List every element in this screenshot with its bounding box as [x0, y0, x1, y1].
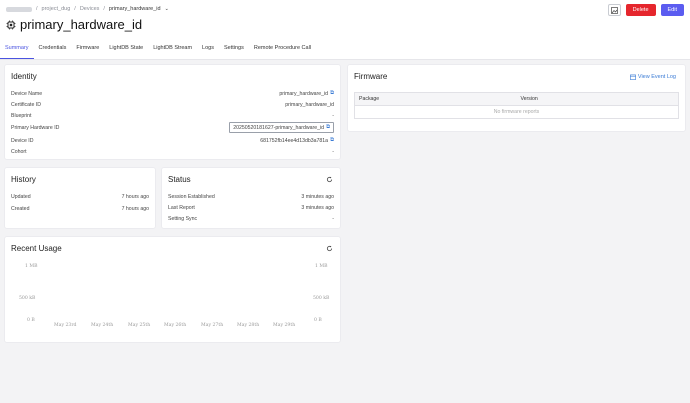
row-label: Setting Sync — [168, 215, 198, 222]
empty-state: No firmware reports — [355, 105, 678, 118]
history-card: History Updated 7 hours ago Created 7 ho… — [4, 167, 156, 229]
row-label: Certificate ID — [11, 101, 41, 108]
row-value: primary_hardware_id — [279, 90, 329, 97]
identity-row-cohort: Cohort - — [11, 147, 334, 156]
history-row-created: Created 7 hours ago — [11, 204, 149, 213]
tab-bar: Summary Credentials Firmware LightDB Sta… — [0, 42, 316, 59]
tab-summary[interactable]: Summary — [0, 42, 34, 59]
row-label: Primary Hardware ID — [11, 124, 60, 131]
status-title: Status — [168, 175, 191, 184]
status-card: Status Session Established 3 minutes ago… — [161, 167, 341, 229]
row-label: Device ID — [11, 137, 34, 144]
title-row: primary_hardware_id — [6, 17, 142, 32]
y-tick-left: 1 MB — [25, 264, 38, 269]
breadcrumb-separator: / — [36, 6, 38, 12]
status-row-last-report: Last Report 3 minutes ago — [168, 203, 334, 212]
y-tick-right: 500 kB — [313, 296, 330, 301]
tab-settings[interactable]: Settings — [219, 42, 249, 59]
history-row-updated: Updated 7 hours ago — [11, 192, 149, 201]
row-label: Created — [11, 205, 30, 212]
refresh-icon[interactable] — [326, 245, 333, 252]
status-row-setting-sync: Setting Sync - — [168, 214, 334, 223]
breadcrumb: / project_dug / Devices / primary_hardwa… — [6, 6, 169, 12]
row-value: 681752fb14ee4d13db3a781a — [260, 137, 329, 144]
tab-credentials[interactable]: Credentials — [34, 42, 72, 59]
firmware-card: Firmware View Event Log Package Version … — [347, 64, 686, 132]
tab-lightdb-state[interactable]: LightDB State — [104, 42, 148, 59]
row-value: primary_hardware_id — [285, 101, 334, 108]
row-label: Updated — [11, 193, 31, 200]
tab-firmware[interactable]: Firmware — [71, 42, 104, 59]
column-header-package: Package — [359, 96, 380, 102]
header-actions: Delete Edit — [607, 4, 684, 16]
page-title: primary_hardware_id — [20, 17, 143, 32]
device-menu-button[interactable] — [607, 4, 621, 16]
history-title: History — [11, 175, 36, 184]
row-value[interactable]: 20250520181627-primary_hardware_id — [233, 125, 324, 131]
identity-card: Identity Device Name primary_hardware_id… — [4, 64, 341, 160]
tab-lightdb-stream[interactable]: LightDB Stream — [148, 42, 197, 59]
breadcrumb-separator: / — [103, 6, 105, 12]
breadcrumb-project[interactable]: project_dug — [42, 6, 71, 12]
breadcrumb-separator: / — [74, 6, 76, 12]
breadcrumb-org[interactable] — [6, 6, 32, 12]
x-tick: May 23rd — [54, 323, 77, 328]
view-event-log-link[interactable]: View Event Log — [629, 74, 676, 80]
identity-row-blueprint: Blueprint - — [11, 111, 334, 120]
page-header: / project_dug / Devices / primary_hardwa… — [0, 0, 690, 60]
image-icon — [610, 6, 618, 14]
table-header: Package Version — [355, 93, 678, 105]
y-tick-left: 0 B — [27, 318, 35, 323]
chip-icon — [6, 20, 16, 29]
delete-button[interactable]: Delete — [625, 4, 656, 16]
row-label: Session Established — [168, 193, 215, 200]
firmware-table: Package Version No firmware reports — [354, 92, 679, 119]
row-value: 3 minutes ago — [301, 193, 334, 200]
row-value: 7 hours ago — [121, 193, 149, 200]
row-value: 3 minutes ago — [301, 204, 334, 211]
identity-title: Identity — [11, 72, 37, 81]
identity-row-device-name: Device Name primary_hardware_id ⧉ — [11, 89, 334, 98]
calendar-icon — [629, 74, 636, 80]
column-header-version: Version — [520, 96, 538, 102]
row-label: Blueprint — [11, 112, 32, 119]
tab-remote-procedure-call[interactable]: Remote Procedure Call — [249, 42, 316, 59]
row-label: Last Report — [168, 204, 195, 211]
x-tick: May 28th — [237, 323, 260, 328]
row-value: 7 hours ago — [121, 205, 149, 212]
row-label: Cohort — [11, 148, 27, 155]
chevron-down-icon[interactable]: ⌄ — [165, 6, 169, 12]
recent-usage-card: Recent Usage 1 MB 500 kB 0 B 1 MB 500 kB… — [4, 236, 341, 343]
x-tick: May 27th — [201, 323, 224, 328]
y-tick-left: 500 kB — [19, 296, 36, 301]
x-tick: May 24th — [91, 323, 114, 328]
edit-button[interactable]: Edit — [660, 4, 684, 16]
status-row-session-established: Session Established 3 minutes ago — [168, 192, 334, 201]
copy-icon[interactable]: ⧉ — [326, 124, 330, 131]
tab-logs[interactable]: Logs — [197, 42, 219, 59]
identity-row-primary-hardware-id: Primary Hardware ID 20250520181627-prima… — [11, 122, 334, 133]
copy-icon[interactable]: ⧉ — [330, 137, 334, 144]
row-label: Device Name — [11, 90, 43, 97]
y-tick-right: 0 B — [314, 318, 322, 323]
y-tick-right: 1 MB — [315, 264, 328, 269]
breadcrumb-devices[interactable]: Devices — [80, 6, 100, 12]
identity-row-certificate-id: Certificate ID primary_hardware_id — [11, 100, 334, 109]
recent-usage-title: Recent Usage — [11, 244, 62, 253]
row-value: - — [332, 148, 334, 155]
x-tick: May 25th — [128, 323, 151, 328]
refresh-icon[interactable] — [326, 176, 333, 183]
breadcrumb-current[interactable]: primary_hardware_id — [109, 6, 161, 12]
identity-row-device-id: Device ID 681752fb14ee4d13db3a781a ⧉ — [11, 136, 334, 145]
x-tick: May 26th — [164, 323, 187, 328]
x-tick: May 29th — [273, 323, 296, 328]
row-value: - — [332, 112, 334, 119]
row-value: - — [332, 215, 334, 222]
view-event-log-label: View Event Log — [637, 74, 676, 80]
firmware-title: Firmware — [354, 72, 388, 81]
copy-icon[interactable]: ⧉ — [330, 90, 334, 97]
